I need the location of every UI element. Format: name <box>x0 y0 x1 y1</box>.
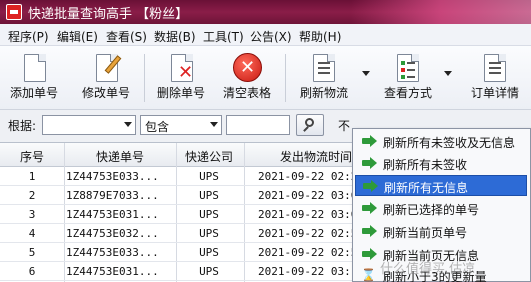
menu-tools[interactable]: 工具(T) <box>203 28 244 45</box>
refresh-menu-item-label: 刷新所有未签收及无信息 <box>383 136 516 150</box>
refresh-menu-item-label: 刷新已选择的单号 <box>383 203 480 217</box>
cell-index: 1 <box>28 170 36 183</box>
new-document-icon <box>19 52 49 84</box>
cell-ship-time: 2021-09-22 03:0 <box>258 189 354 202</box>
refresh-menu-item-label: 刷新当前页单号 <box>383 226 468 240</box>
menu-view[interactable]: 查看(S) <box>106 28 147 45</box>
menu-help[interactable]: 帮助(H) <box>299 28 341 45</box>
window-title: 快递批量查询高手 【粉丝】 <box>28 7 189 22</box>
title-bar: 快递批量查询高手 【粉丝】 <box>0 0 531 24</box>
header-index[interactable]: 序号 <box>0 148 64 165</box>
view-mode-label: 查看方式 <box>383 86 432 100</box>
filter-extra-label: 不 <box>338 119 351 133</box>
refresh-list-icon <box>309 52 339 84</box>
filter-field-select[interactable] <box>42 115 136 135</box>
menu-edit[interactable]: 编辑(E) <box>57 28 98 45</box>
chevron-down-icon <box>124 122 132 127</box>
menu-program[interactable]: 程序(P) <box>8 28 49 45</box>
order-detail-button[interactable]: 订单详情 <box>464 48 526 106</box>
cell-index: 3 <box>28 208 36 221</box>
filter-mode-select[interactable]: 包含 <box>140 115 222 135</box>
refresh-menu-item-label: 刷新所有未签收 <box>383 158 468 172</box>
add-number-label: 添加单号 <box>9 86 58 100</box>
refresh-logistics-label: 刷新物流 <box>299 86 348 100</box>
cell-tracking-number: 1Z44753E033... <box>66 170 159 183</box>
checklist-icon <box>393 52 423 84</box>
add-number-button[interactable]: 添加单号 <box>6 48 62 106</box>
cell-ship-time: 2021-09-22 02:5 <box>258 246 354 259</box>
refresh-icon <box>361 247 377 261</box>
cell-index: 4 <box>28 227 36 240</box>
search-button[interactable] <box>296 114 324 136</box>
refresh-icon <box>362 179 378 193</box>
cell-tracking-number: 1Z44753E031... <box>66 265 159 278</box>
refresh-menu-item[interactable]: 刷新所有未签收及无信息 <box>355 131 527 152</box>
delete-number-button[interactable]: ✕ 删除单号 <box>152 48 210 106</box>
cell-ship-time: 2021-09-22 03:0 <box>258 208 354 221</box>
cell-ship-time: 2021-09-22 02:2 <box>258 170 354 183</box>
clear-table-icon: ✕ <box>232 52 262 84</box>
cell-tracking-number: 1Z44753E032... <box>66 227 159 240</box>
menu-data[interactable]: 数据(B) <box>154 28 196 45</box>
app-icon <box>6 4 22 20</box>
filter-mode-value: 包含 <box>145 120 170 134</box>
menu-notice[interactable]: 公告(X) <box>250 28 292 45</box>
menu-bar: 程序(P) 编辑(E) 查看(S) 数据(B) 工具(T) 公告(X) 帮助(H… <box>0 24 531 46</box>
cell-index: 2 <box>28 189 36 202</box>
clear-table-button[interactable]: ✕ 清空表格 <box>218 48 276 106</box>
cell-courier: UPS <box>199 170 219 183</box>
title-decoration <box>351 0 531 24</box>
toolbar-separator <box>285 54 286 102</box>
cell-courier: UPS <box>199 246 219 259</box>
refresh-menu-item-label: 刷新所有无信息 <box>384 181 469 195</box>
cell-ship-time: 2021-09-22 03:1 <box>258 265 354 278</box>
refresh-logistics-button[interactable]: 刷新物流 <box>294 48 354 106</box>
delete-document-icon: ✕ <box>166 52 196 84</box>
refresh-menu-item[interactable]: 刷新当前页单号 <box>355 221 527 242</box>
refresh-menu-item[interactable]: 刷新所有未签收 <box>355 153 527 174</box>
cell-courier: UPS <box>199 208 219 221</box>
cell-courier: UPS <box>199 265 219 278</box>
clear-table-label: 清空表格 <box>222 86 271 100</box>
toolbar: 添加单号 修改单号 ✕ 删除单号 ✕ 清空表格 刷新物流 查看方式 订单详情 <box>0 46 531 110</box>
search-icon-handle <box>303 126 309 132</box>
header-courier[interactable]: 快递公司 <box>176 148 242 165</box>
header-tracking-number[interactable]: 快递单号 <box>64 148 176 165</box>
cell-tracking-number: 1Z8879E7033... <box>66 189 159 202</box>
view-mode-button[interactable]: 查看方式 <box>378 48 438 106</box>
cell-index: 6 <box>28 265 36 278</box>
refresh-icon <box>361 156 377 170</box>
watermark: 什么值得买 估凉 <box>380 262 476 277</box>
toolbar-separator <box>144 54 145 102</box>
refresh-icon <box>361 224 377 238</box>
cell-index: 5 <box>28 246 36 259</box>
refresh-menu-item[interactable]: 刷新已选择的单号 <box>355 198 527 219</box>
refresh-icon <box>361 134 377 148</box>
cell-tracking-number: 1Z44753E033... <box>66 246 159 259</box>
chevron-down-icon <box>210 122 218 127</box>
cell-ship-time: 2021-09-22 02:5 <box>258 227 354 240</box>
cell-tracking-number: 1Z44753E031... <box>66 208 159 221</box>
cell-courier: UPS <box>199 227 219 240</box>
filter-query-input[interactable] <box>226 115 290 135</box>
refresh-menu-item-selected[interactable]: 刷新所有无信息 <box>355 175 527 196</box>
order-detail-icon <box>480 52 510 84</box>
edit-pencil-icon <box>91 52 122 84</box>
edit-number-button[interactable]: 修改单号 <box>76 48 136 106</box>
filter-label: 根据: <box>8 119 37 133</box>
cell-courier: UPS <box>199 189 219 202</box>
refresh-icon <box>361 201 377 215</box>
refresh-dropdown-arrow[interactable] <box>362 71 370 76</box>
delete-number-label: 删除单号 <box>156 86 205 100</box>
edit-number-label: 修改单号 <box>81 86 130 100</box>
view-mode-dropdown-arrow[interactable] <box>444 71 452 76</box>
order-detail-label: 订单详情 <box>470 86 519 100</box>
hourglass-icon: ⌛ <box>361 268 376 282</box>
